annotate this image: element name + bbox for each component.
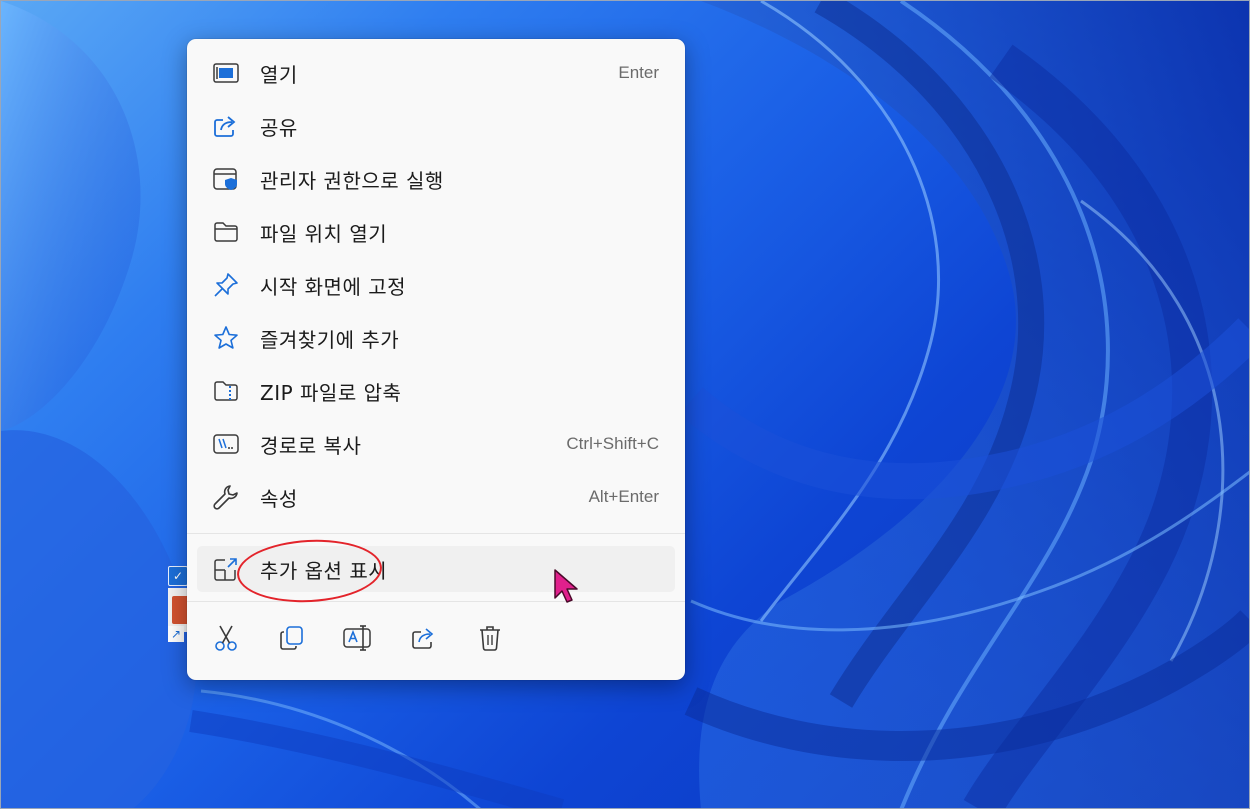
delete-button[interactable] — [471, 621, 509, 659]
menu-item-label: 열기 — [260, 62, 298, 87]
rename-button[interactable] — [339, 621, 377, 659]
menu-item-label: 관리자 권한으로 실행 — [260, 168, 444, 193]
menu-item-add-to-favorites[interactable]: 즐겨찾기에 추가 — [197, 315, 675, 361]
menu-item-label: 파일 위치 열기 — [260, 221, 388, 246]
folder-icon — [211, 217, 241, 247]
menu-item-label: 경로로 복사 — [260, 433, 362, 458]
open-icon — [211, 58, 241, 88]
menu-separator — [187, 601, 685, 602]
menu-item-label: 즐겨찾기에 추가 — [260, 327, 400, 352]
cut-icon — [213, 624, 239, 656]
copy-path-icon — [211, 429, 241, 459]
rename-icon — [343, 624, 373, 656]
shortcut-arrow-icon: ↗ — [168, 626, 184, 642]
zip-icon — [211, 376, 241, 406]
copy-button[interactable] — [273, 621, 311, 659]
menu-item-label: 공유 — [260, 115, 298, 140]
share-button[interactable] — [405, 621, 443, 659]
menu-item-compress-zip[interactable]: ZIP 파일로 압축 — [197, 368, 675, 414]
more-options-icon — [211, 554, 241, 584]
menu-item-label: 시작 화면에 고정 — [260, 274, 407, 299]
menu-item-pin-to-start[interactable]: 시작 화면에 고정 — [197, 262, 675, 308]
menu-item-label: 속성 — [260, 486, 298, 511]
share-icon — [411, 626, 437, 654]
menu-item-run-as-admin[interactable]: 관리자 권한으로 실행 — [197, 156, 675, 202]
menu-item-open[interactable]: 열기 Enter — [197, 50, 675, 96]
share-icon — [211, 111, 241, 141]
menu-separator — [187, 533, 685, 534]
mouse-pointer-icon — [553, 568, 579, 604]
wrench-icon — [211, 482, 241, 512]
menu-item-shortcut: Enter — [618, 63, 659, 82]
pin-icon — [211, 270, 241, 300]
context-menu-action-bar — [197, 617, 675, 663]
menu-item-share[interactable]: 공유 — [197, 103, 675, 149]
cut-button[interactable] — [207, 621, 245, 659]
run-as-admin-icon — [211, 164, 241, 194]
menu-item-label: ZIP 파일로 압축 — [260, 380, 402, 405]
checkbox-icon: ✓ — [168, 566, 188, 586]
copy-icon — [279, 625, 305, 655]
menu-item-open-file-location[interactable]: 파일 위치 열기 — [197, 209, 675, 255]
menu-item-copy-as-path[interactable]: 경로로 복사 Ctrl+Shift+C — [197, 421, 675, 467]
delete-icon — [478, 625, 502, 655]
menu-item-properties[interactable]: 속성 Alt+Enter — [197, 474, 675, 520]
menu-item-shortcut: Ctrl+Shift+C — [566, 434, 659, 453]
menu-item-shortcut: Alt+Enter — [588, 487, 659, 506]
star-icon — [211, 323, 241, 353]
